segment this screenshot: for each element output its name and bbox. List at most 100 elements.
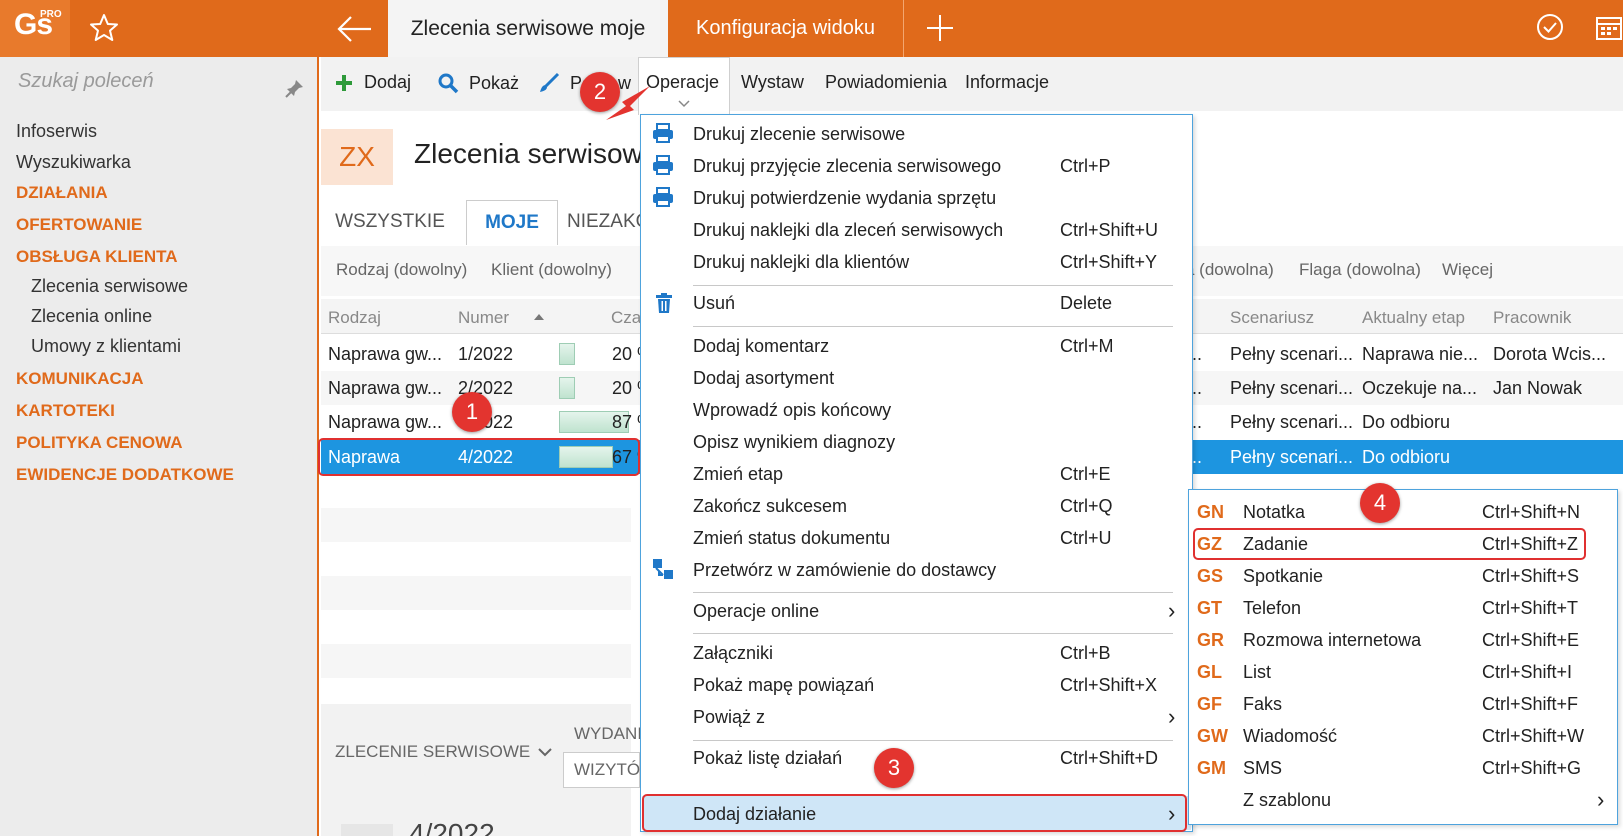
detail-tab-wizytowka[interactable]: WIZYTÓWKA [574, 760, 640, 780]
filter-flaga[interactable]: Flaga (dowolna) [1299, 260, 1421, 280]
detail-section-toggle[interactable]: ZLECENIE SERWISOWE [335, 742, 552, 762]
submenu-arrow-icon: › [1168, 598, 1176, 623]
command-search-input[interactable]: Szukaj poleceń [18, 70, 154, 93]
brush-icon [540, 72, 560, 92]
menu-item-pokaz-liste-dzialan[interactable]: Pokaż listę działań [693, 748, 842, 769]
code-gs: GS [1197, 566, 1224, 586]
menu-item-dodaj-asortyment[interactable]: Dodaj asortyment [693, 368, 834, 389]
submenu-item-spotkanie[interactable]: Spotkanie [1243, 566, 1323, 587]
menu-separator [693, 285, 1173, 286]
annotation-arrow-icon [606, 86, 650, 120]
menu-item-zmien-status[interactable]: Zmień status dokumentu [693, 528, 890, 549]
submenu-item-faks[interactable]: Faks [1243, 694, 1282, 715]
cell-etap: Naprawa nie... [1362, 344, 1479, 364]
menu-item-drukuj-naklejki-klientow[interactable]: Drukuj naklejki dla klientów [693, 252, 909, 273]
tab-konfiguracja-widoku[interactable]: Konfiguracja widoku [668, 0, 904, 57]
tab-wszystkie[interactable]: WSZYSTKIE [330, 200, 450, 244]
menu-item-drukuj-potwierdzenie[interactable]: Drukuj potwierdzenie wydania sprzętu [693, 188, 996, 209]
filter-data[interactable]: a (dowolna) [1185, 260, 1274, 280]
code-gm: GM [1197, 758, 1226, 778]
new-tab-plus-icon[interactable] [924, 12, 956, 44]
annotation-badge-3: 3 [874, 748, 914, 788]
shortcut-label: Ctrl+Shift+T [1482, 598, 1579, 618]
shortcut-label: Ctrl+B [1060, 643, 1111, 663]
menu-item-usun[interactable]: Usuń [693, 293, 735, 314]
sidebar-section-dzialania[interactable]: DZIAŁANIA [16, 183, 108, 203]
submenu-item-rozmowa[interactable]: Rozmowa internetowa [1243, 630, 1421, 651]
menu-item-zakoncz-sukcesem[interactable]: Zakończ sukcesem [693, 496, 847, 517]
code-gt: GT [1197, 598, 1222, 618]
sidebar-section-polityka-cenowa[interactable]: POLITYKA CENOWA [16, 433, 183, 453]
shortcut-label: Ctrl+Shift+I [1482, 662, 1573, 682]
submenu-item-sms[interactable]: SMS [1243, 758, 1282, 779]
issue-button[interactable]: Wystaw [741, 72, 804, 93]
menu-item-opisz-diagnoza[interactable]: Opisz wynikiem diagnozy [693, 432, 895, 453]
sidebar-item-wyszukiwarka[interactable]: Wyszukiwarka [16, 152, 131, 173]
submenu-item-list[interactable]: List [1243, 662, 1271, 683]
column-czas[interactable]: Czas [611, 308, 641, 328]
pin-icon[interactable] [285, 78, 305, 98]
app-logo[interactable]: Gs PRO [0, 0, 70, 57]
column-aktualny-etap[interactable]: Aktualny etap [1362, 308, 1465, 328]
sidebar-section-kartoteki[interactable]: KARTOTEKI [16, 401, 115, 421]
cell-scenariusz: Pełny scenari... [1230, 412, 1354, 432]
check-circle-icon[interactable] [1535, 12, 1565, 42]
highlight-zadanie [1193, 528, 1586, 560]
menu-item-zmien-etap[interactable]: Zmień etap [693, 464, 783, 485]
detail-tab-wydanie[interactable]: WYDANIE [574, 724, 640, 744]
sidebar-section-komunikacja[interactable]: KOMUNIKACJA [16, 369, 144, 389]
filter-rodzaj[interactable]: Rodzaj (dowolny) [336, 260, 467, 280]
sidebar-section-ofertowanie[interactable]: OFERTOWANIE [16, 215, 142, 235]
menu-item-zalaczniki[interactable]: Załączniki [693, 643, 773, 664]
show-button[interactable]: Pokaż [437, 72, 519, 94]
column-rodzaj[interactable]: Rodzaj [328, 308, 381, 328]
menu-item-drukuj-zlecenie[interactable]: Drukuj zlecenie serwisowe [693, 124, 905, 145]
menu-item-drukuj-naklejki-zlecen[interactable]: Drukuj naklejki dla zleceń serwisowych [693, 220, 1003, 241]
notifications-button[interactable]: Powiadomienia [825, 72, 947, 93]
column-pracownik[interactable]: Pracownik [1493, 308, 1571, 328]
chevron-down-icon [538, 748, 552, 757]
column-numer[interactable]: Numer [458, 308, 509, 328]
back-arrow-icon[interactable] [335, 14, 375, 44]
calendar-icon[interactable] [1595, 15, 1623, 41]
tab-zlecenia-moje[interactable]: Zlecenia serwisowe moje [388, 0, 668, 57]
operations-label: Operacje [646, 72, 720, 92]
filter-wiecej[interactable]: Więcej [1442, 260, 1493, 280]
menu-item-drukuj-przyjecie[interactable]: Drukuj przyjęcie zlecenia serwisowego [693, 156, 1001, 177]
shortcut-label: Ctrl+Shift+F [1482, 694, 1579, 714]
shortcut-label: Ctrl+P [1060, 156, 1111, 176]
sidebar-item-zlecenia-serwisowe[interactable]: Zlecenia serwisowe [31, 276, 188, 297]
trash-icon [656, 293, 672, 313]
shortcut-label: Ctrl+Shift+D [1060, 748, 1159, 768]
shortcut-label: Ctrl+Shift+E [1482, 630, 1580, 650]
filter-klient[interactable]: Klient (dowolny) [491, 260, 612, 280]
column-scenariusz[interactable]: Scenariusz [1230, 308, 1314, 328]
menu-item-mapa-powiazan[interactable]: Pokaż mapę powiązań [693, 675, 874, 696]
shortcut-label: Ctrl+Shift+Y [1060, 252, 1158, 272]
menu-item-przetworz[interactable]: Przetwórz w zamówienie do dostawcy [693, 560, 996, 581]
menu-item-wprowadz-opis[interactable]: Wprowadź opis końcowy [693, 400, 891, 421]
star-icon[interactable] [88, 12, 120, 44]
tab-moje[interactable]: MOJE [466, 200, 558, 245]
cell-etap: Oczekuje na... [1362, 378, 1478, 398]
cell-scenariusz: Pełny scenari... [1230, 447, 1354, 467]
sidebar-item-zlecenia-online[interactable]: Zlecenia online [31, 306, 152, 327]
operations-menu-button[interactable]: Operacje [646, 72, 719, 93]
menu-item-powiaz-z[interactable]: Powiąż z [693, 707, 765, 728]
empty-row [321, 576, 631, 610]
code-gl: GL [1197, 662, 1222, 682]
add-button[interactable]: Dodaj [334, 72, 411, 93]
submenu-item-z-szablonu[interactable]: Z szablonu [1243, 790, 1331, 811]
sidebar-section-ewidencje[interactable]: EWIDENCJE DODATKOWE [16, 465, 234, 485]
submenu-item-telefon[interactable]: Telefon [1243, 598, 1301, 619]
shortcut-label: Ctrl+Shift+G [1482, 758, 1582, 778]
submenu-item-notatka[interactable]: Notatka [1243, 502, 1305, 523]
sidebar-item-infoserwis[interactable]: Infoserwis [16, 121, 97, 142]
menu-item-operacje-online[interactable]: Operacje online [693, 601, 819, 622]
menu-item-dodaj-komentarz[interactable]: Dodaj komentarz [693, 336, 829, 357]
cell-scenariusz: Pełny scenari... [1230, 378, 1354, 398]
info-button[interactable]: Informacje [965, 72, 1049, 93]
sidebar-item-umowy[interactable]: Umowy z klientami [31, 336, 181, 357]
submenu-item-wiadomosc[interactable]: Wiadomość [1243, 726, 1337, 747]
sidebar-section-obsluga-klienta[interactable]: OBSŁUGA KLIENTA [16, 247, 178, 267]
